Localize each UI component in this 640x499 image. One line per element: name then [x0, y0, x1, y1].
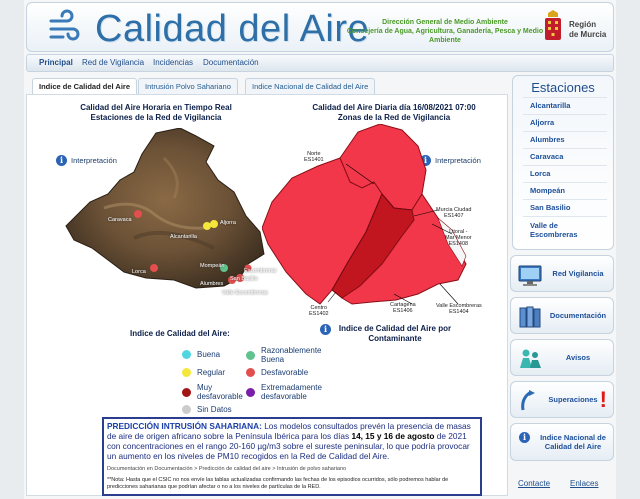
divider	[523, 199, 607, 200]
links-link[interactable]: Enlaces	[570, 479, 598, 488]
people-icon	[520, 349, 541, 368]
station-label: Lorca	[132, 269, 146, 275]
nav-principal[interactable]: Principal	[39, 58, 73, 67]
legend-item-extremadamente-desfavorable: Extremadamente desfavorable	[246, 383, 326, 401]
monitor-icon	[518, 265, 542, 286]
zone-label-centro: Centro ES1402	[309, 305, 329, 317]
divider	[523, 114, 607, 115]
station-label: Aljorra	[220, 220, 236, 226]
sidebar-station-aljorra[interactable]: Aljorra	[530, 118, 554, 127]
info-icon: i	[519, 432, 530, 443]
sidebar-station-alcantarilla[interactable]: Alcantarilla	[530, 101, 570, 110]
nav-red-vigilancia[interactable]: Red de Vigilancia	[82, 58, 144, 67]
legend-item-desfavorable: Desfavorable	[246, 368, 308, 377]
nav-documentacion[interactable]: Documentación	[203, 58, 259, 67]
nav-incidencias[interactable]: Incidencias	[153, 58, 193, 67]
station-label: Valle Escombreras	[222, 290, 268, 296]
legend-item-buena: Buena	[182, 350, 220, 359]
station-label: Alcantarilla	[170, 234, 197, 240]
legend-swatch	[246, 387, 255, 397]
zone-label-valle: Valle Escombreras ES1404	[436, 303, 482, 315]
zone-label-murcia: Murcia Ciudad ES1407	[436, 207, 472, 219]
zone-label-cartagena: Cartagena ES1406	[390, 302, 416, 314]
stations-title: Estaciones	[531, 80, 595, 95]
station-marker[interactable]	[134, 210, 142, 218]
superaciones-button[interactable]: Superaciones !	[510, 381, 614, 418]
tab-indice-calidad[interactable]: Indice de Calidad del Aire	[32, 78, 137, 95]
tab-indice-nacional[interactable]: Indice Nacional de Calidad del Aire	[245, 78, 376, 94]
prediction-doc-links[interactable]: Documentación en Documentación > Predicc…	[107, 466, 477, 472]
legend-item-razonablemente-buena: Razonablemente Buena	[246, 346, 326, 364]
stations-panel: Estaciones Alcantarilla Aljorra Alumbres…	[512, 75, 614, 250]
legend-swatch	[182, 387, 191, 397]
sidebar-station-san-basilio[interactable]: San Basilio	[530, 203, 570, 212]
prediction-note: **Nota: Hasta que el CSIC no nos envíe l…	[107, 477, 449, 490]
top-navigation: Principal Red de Vigilancia Incidencias …	[26, 54, 614, 72]
page: Calidad del Aire Dirección General de Me…	[24, 0, 616, 499]
site-title[interactable]: Calidad del Aire	[95, 8, 369, 51]
sidebar-station-mompean[interactable]: Mompeán	[530, 186, 565, 195]
station-label: Alumbres	[200, 281, 224, 287]
legend-item-muy-desfavorable: Muy desfavorable	[182, 383, 244, 401]
station-label: Caravaca	[108, 217, 132, 223]
binders-icon	[519, 306, 541, 328]
legend-swatch	[246, 368, 255, 377]
legend-item-sin-datos: Sin Datos	[182, 405, 232, 414]
daily-map-title: Calidad del Aire Diaria día 16/08/2021 0…	[312, 103, 476, 122]
legend-title: Indice de Calidad del Aire:	[130, 329, 230, 338]
sahara-prediction-box: PREDICCIÓN INTRUSIÓN SAHARIANA: Los mode…	[102, 417, 482, 496]
region-crest-icon	[545, 10, 561, 40]
legend-swatch	[182, 368, 191, 377]
realtime-map-title: Calidad del Aire Horaria en Tiempo Real …	[80, 103, 232, 122]
info-icon: i	[320, 324, 331, 335]
divider	[523, 216, 607, 217]
wind-logo-icon	[49, 9, 80, 41]
prediction-text: PREDICCIÓN INTRUSIÓN SAHARIANA: Los mode…	[107, 421, 471, 461]
divider	[523, 97, 607, 98]
sidebar-station-valle-escombreras[interactable]: Valle de Escombreras	[530, 221, 578, 239]
avisos-button[interactable]: Avisos	[510, 339, 614, 376]
contact-link[interactable]: Contacte	[518, 479, 550, 488]
zone-label-litoral: Litoral - Mar Menor ES1408	[445, 229, 472, 247]
government-department: Dirección General de Medio Ambiente Cons…	[346, 19, 544, 44]
site-header: Calidad del Aire Dirección General de Me…	[26, 2, 614, 52]
legend-item-regular: Regular	[182, 368, 225, 377]
legend-swatch	[182, 350, 191, 359]
divider	[523, 165, 607, 166]
legend-swatch	[246, 350, 255, 360]
sidebar-station-caravaca[interactable]: Caravaca	[530, 152, 563, 161]
alert-icon	[521, 390, 535, 411]
terrain-station-map[interactable]	[64, 128, 274, 290]
tab-polvo-sahariano[interactable]: Intrusión Polvo Sahariano	[138, 78, 238, 94]
contaminant-index-link[interactable]: i Indice de Calidad del Aire por Contami…	[320, 324, 455, 344]
zones-map[interactable]	[262, 124, 468, 314]
red-vigilancia-button[interactable]: Red Vigilancia	[510, 255, 614, 292]
zone-label-norte: Norte ES1401	[304, 151, 324, 163]
station-label: San Basilio	[230, 276, 258, 282]
region-name: Región de Murcia	[569, 20, 607, 39]
station-marker[interactable]	[210, 220, 218, 228]
exclamation-icon: !	[599, 387, 607, 412]
sidebar-station-lorca[interactable]: Lorca	[530, 169, 550, 178]
divider	[523, 148, 607, 149]
sidebar-station-alumbres[interactable]: Alumbres	[530, 135, 565, 144]
station-marker[interactable]	[150, 264, 158, 272]
legend-swatch	[182, 405, 191, 414]
divider	[523, 182, 607, 183]
divider	[523, 131, 607, 132]
indice-nacional-button[interactable]: i Indice Nacional de Calidad del Aire	[510, 423, 614, 461]
documentacion-button[interactable]: Documentación	[510, 297, 614, 334]
station-marker[interactable]	[203, 222, 211, 230]
station-label: Mompeán	[200, 263, 225, 269]
